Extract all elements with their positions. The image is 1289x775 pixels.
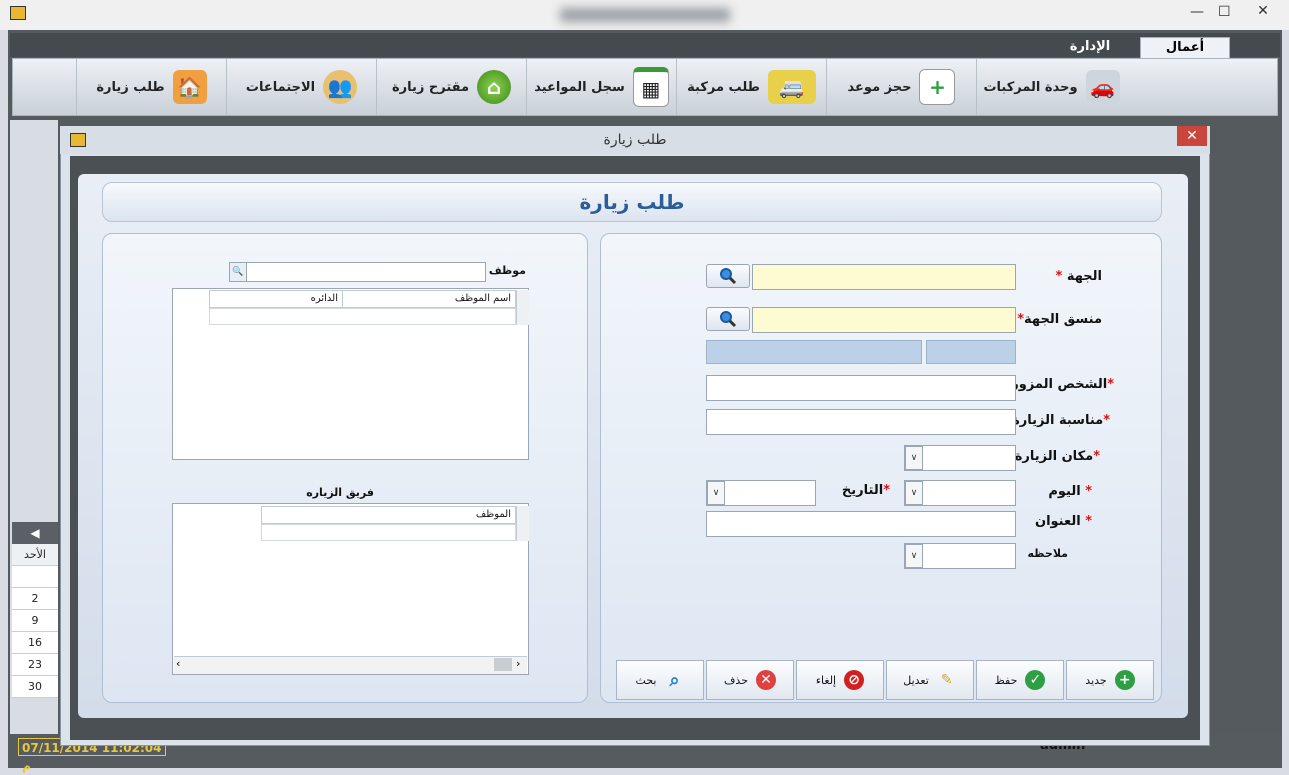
grid-header-employee: الموظف [261,506,516,524]
maximize-button[interactable]: ☐ [1218,4,1231,20]
employee-search-input[interactable] [229,262,486,282]
ribbon-label: حجز موعد [847,79,912,95]
dialog-close-button[interactable]: ✕ [1177,126,1207,146]
scrollbar-thumb[interactable] [494,658,512,671]
coordinator-search-button[interactable] [706,307,750,331]
ribbon-meetings[interactable]: 👥 الاجتماعات [226,59,376,115]
window-title-blurred [560,8,730,22]
grid-scrollbar[interactable] [516,506,529,541]
calendar-icon: ▦ [632,67,669,107]
check-icon: ✓ [1025,670,1046,690]
ribbon-label: طلب مركبة [687,79,760,95]
cancel-icon: ⊘ [844,670,865,690]
close-window-button[interactable]: ✕ [1238,0,1288,22]
search-icon[interactable]: 🔍 [230,263,247,281]
horizontal-scrollbar[interactable] [174,656,527,674]
search-icon [720,268,737,285]
scroll-right-icon[interactable]: › [516,657,520,670]
ribbon-appointments-log[interactable]: ▦ سجل المواعيد [526,59,676,115]
ribbon-vehicle-request[interactable]: 🚐 طلب مركبة [676,59,826,115]
pencil-icon: ✎ [940,672,953,688]
ribbon-label: مقترح زيارة [391,79,470,95]
visited-person-label: *الشخص المزور [1011,377,1114,392]
ribbon-label: وحدة المركبات [983,79,1078,95]
button-label: بحث [635,673,657,687]
calendar-day[interactable] [12,566,58,588]
new-button[interactable]: + جديد [1066,660,1154,700]
home-icon: ⌂ [477,70,512,104]
button-label: إلغاء [815,673,837,687]
scroll-left-icon[interactable]: ‹ [176,657,180,670]
button-label: جديد [1085,673,1107,687]
form-header: طلب زيارة [102,182,1162,222]
save-button[interactable]: ✓ حفظ [976,660,1064,700]
visited-person-input[interactable] [706,375,1016,401]
button-label: تعديل [903,673,929,687]
ribbon-label: سجل المواعيد [534,79,625,95]
entity-search-button[interactable] [706,264,750,288]
chevron-down-icon[interactable]: ∨ [905,446,923,470]
house-icon: 🏠 [172,70,207,104]
visit-occasion-label: *مناسبة الزيارة [1012,413,1110,428]
minimize-button[interactable]: — [1190,4,1204,20]
ribbon-visit-request[interactable]: 🏠 طلب زيارة [76,59,226,115]
search-icon: ⌕ [669,669,680,691]
chevron-down-icon[interactable]: ∨ [707,481,725,505]
calendar-day[interactable]: 30 [12,676,58,698]
van-icon: 🚐 [767,70,816,104]
grid-header-employee-name: اسم الموظف [342,290,516,308]
date-label: *التاريخ [841,483,890,498]
app-icon [10,6,26,20]
note-label: ملاحظه [1027,547,1068,560]
edit-button[interactable]: ✎ تعديل [886,660,974,700]
button-label: حفظ [994,673,1018,687]
tab-business[interactable]: أعمال [1140,37,1230,59]
calendar-day-header: الأحد [12,544,58,566]
coordinator-info-field [706,340,922,364]
calendar-day[interactable]: 2 [12,588,58,610]
employee-label: موظف [488,264,526,277]
delete-button[interactable]: ✕ حذف [706,660,794,700]
visit-place-label: *مكان الزيارة [1014,449,1100,464]
calendar-add-icon: + [919,69,956,105]
ribbon-label: طلب زيارة [96,79,165,95]
table-row[interactable] [261,524,516,541]
ribbon-book-appointment[interactable]: + حجز موعد [826,59,976,115]
address-label: * العنوان [1034,514,1092,529]
grid-scrollbar[interactable] [516,290,529,325]
grid-header-department: الدائره [209,290,343,308]
calendar-day[interactable]: 9 [12,610,58,632]
ribbon-visit-proposal[interactable]: ⌂ مقترح زيارة [376,59,526,115]
entity-input[interactable] [752,264,1016,290]
cancel-button[interactable]: ⊘ إلغاء [796,660,884,700]
chevron-down-icon[interactable]: ∨ [905,544,923,568]
people-icon: 👥 [323,70,358,104]
ribbon-vehicles-unit[interactable]: 🚗 وحدة المركبات [976,59,1126,115]
dialog-title: طلب زيارة [60,126,1210,154]
address-input[interactable] [706,511,1016,537]
entity-coordinator-label: منسق الجهة* [1017,312,1102,327]
day-label: * اليوم [1048,484,1092,499]
calendar-day[interactable]: 16 [12,632,58,654]
visit-occasion-input[interactable] [706,409,1016,435]
car-icon: 🚗 [1085,70,1120,104]
ribbon-label: الاجتماعات [245,79,316,95]
entity-coordinator-input[interactable] [752,307,1016,333]
calendar-prev-button[interactable]: ◀ [12,522,58,544]
button-label: حذف [724,673,748,687]
search-icon [720,311,737,328]
tab-administration[interactable]: الإدارة [1050,37,1130,57]
search-button[interactable]: ⌕ بحث [616,660,704,700]
dialog-app-icon [70,133,86,147]
coordinator-code-field [926,340,1016,364]
delete-icon: ✕ [756,670,776,690]
entity-label: الجهة * [1055,269,1102,284]
add-icon: + [1114,670,1135,690]
calendar-day[interactable]: 23 [12,654,58,676]
visit-team-label: فريق الزياره [306,486,374,499]
form-pane [600,233,1162,703]
table-row[interactable] [209,308,516,325]
chevron-down-icon[interactable]: ∨ [905,481,923,505]
